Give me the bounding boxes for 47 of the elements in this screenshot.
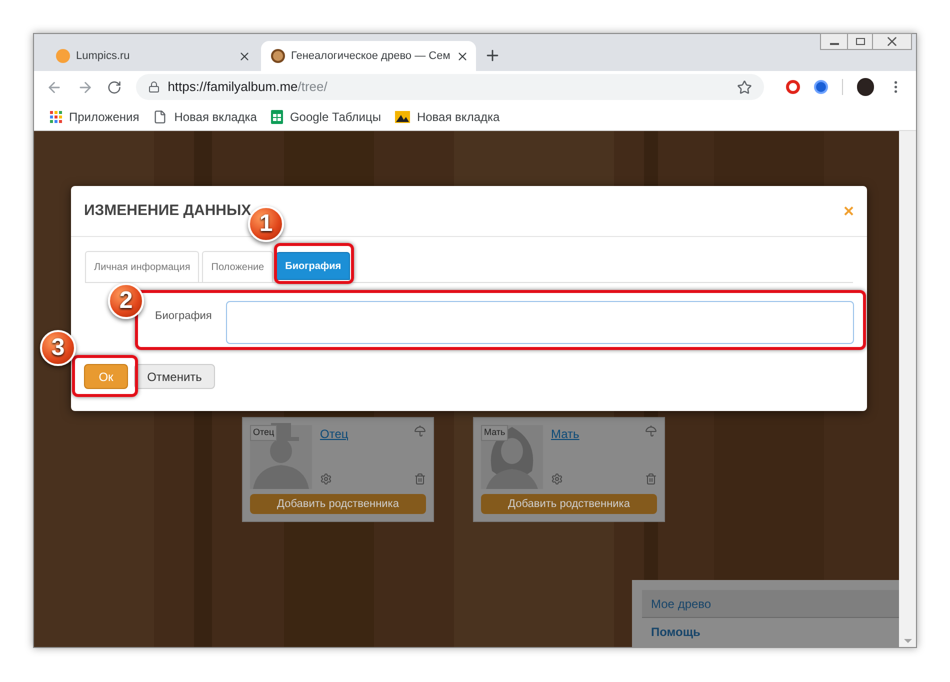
close-icon[interactable] [238,50,251,62]
person-name-link[interactable]: Мать [551,425,637,443]
bookmark[interactable]: Новая вкладка [394,108,500,126]
reload-icon[interactable] [107,80,122,94]
dialog-tab[interactable]: Положение [202,251,274,282]
bookmark-star-icon[interactable] [737,80,752,94]
avatar-icon[interactable] [856,78,874,96]
url-text: https://familyalbum.me/tree/ [168,78,328,96]
settings-icon[interactable] [320,473,332,485]
page-icon [153,110,168,124]
spreadsheet-icon [270,110,283,124]
settings-icon[interactable] [551,473,563,485]
maximize-icon[interactable] [847,34,873,49]
trash-icon[interactable] [414,473,426,485]
bookmark[interactable]: Google Таблицы [270,108,381,126]
tab-title: Lumpics.ru [76,48,130,64]
bookmark[interactable]: Новая вкладка [153,108,257,126]
bookmark[interactable]: Приложения [50,108,140,126]
highlight-frame [72,355,138,397]
lock-icon [148,81,160,93]
apps-grid-icon [50,110,62,122]
tab-title: Генеалогическое древо — Сем [291,48,450,64]
menu-item[interactable]: Мое древо [642,590,899,618]
ok-button[interactable]: Ок [84,364,128,389]
dialog-tab[interactable]: Биография [276,252,350,280]
trash-icon[interactable] [645,473,657,485]
umbrella-icon [414,425,426,437]
portrait-tag: Мать [481,425,508,440]
add-relative-button[interactable]: Добавить родственника [250,494,426,514]
globe-icon[interactable] [814,80,828,94]
menu-item[interactable]: Помощь [642,618,899,646]
browser-tab[interactable]: Генеалогическое древо — Сем [261,41,476,71]
portrait-tag: Отец [250,425,278,440]
browser-tab[interactable]: Lumpics.ru [46,41,261,71]
person-name-link[interactable]: Отец [320,425,406,443]
dialog-tab[interactable]: Личная информация [85,251,200,282]
address-bar[interactable]: https://familyalbum.me/tree/ [136,74,764,100]
tree-favicon [271,49,285,63]
image-icon [394,110,410,122]
site-favicon [56,49,70,63]
new-tab-icon[interactable] [484,47,501,64]
add-relative-button[interactable]: Добавить родственника [481,494,657,514]
close-icon[interactable] [456,50,470,62]
biography-field[interactable] [226,301,854,344]
umbrella-icon [645,425,657,437]
extension-icon[interactable] [786,80,800,94]
field-label: Биография [155,309,213,324]
